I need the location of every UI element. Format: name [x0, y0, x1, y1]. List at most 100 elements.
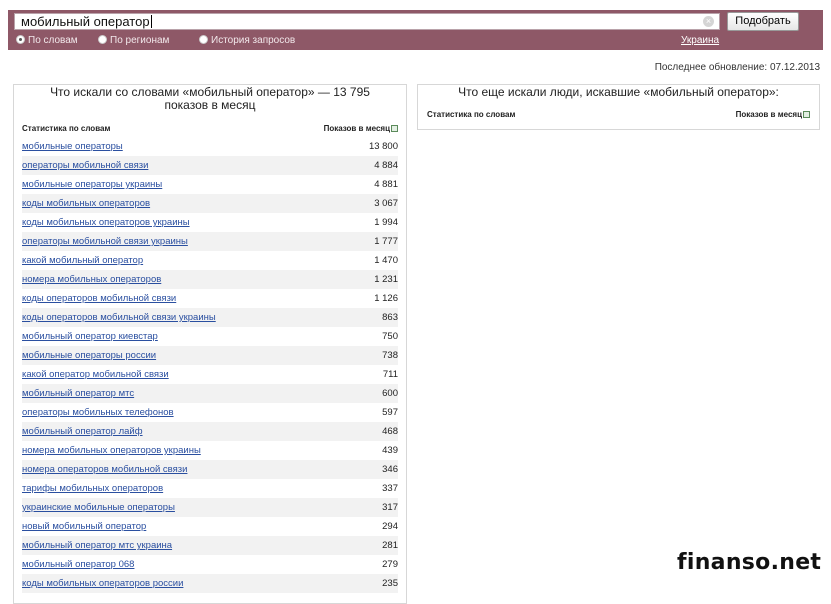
mode-label: История запросов: [211, 35, 296, 46]
shows-count: 1 470: [374, 255, 398, 266]
export-icon[interactable]: [391, 125, 398, 132]
shows-count: 294: [382, 521, 398, 532]
table-row: коды операторов мобильной связи украины 8…: [22, 308, 398, 327]
query-link[interactable]: операторы мобильной связи украины: [22, 232, 188, 251]
radio-selected-icon: [16, 35, 25, 44]
shows-count: 1 777: [374, 236, 398, 247]
query-link[interactable]: коды мобильных операторов украины: [22, 213, 190, 232]
table-row: операторы мобильной связи украины 1 777: [22, 232, 398, 251]
shows-count: 4 884: [374, 160, 398, 171]
table-row: мобильный оператор мтс 600: [22, 384, 398, 403]
last-update: Последнее обновление: 07.12.2013: [654, 62, 820, 73]
shows-count: 346: [382, 464, 398, 475]
watermark: finanso.net: [677, 550, 822, 575]
shows-count: 281: [382, 540, 398, 551]
col-shows-label: Показов в месяц: [323, 124, 390, 133]
mode-by-regions[interactable]: По регионам: [98, 34, 169, 48]
panel-title: Что еще искали люди, искавшие «мобильный…: [458, 85, 779, 99]
shows-count: 468: [382, 426, 398, 437]
mode-by-words[interactable]: По словам: [16, 34, 78, 48]
table-row: мобильные операторы 13 800: [22, 137, 398, 156]
table-row: украинские мобильные операторы 317: [22, 498, 398, 517]
col-shows-header: Показов в месяц: [736, 110, 810, 119]
search-bar: мобильный оператор × Подобрать По словам…: [8, 10, 823, 50]
table-header: Статистика по словам Показов в месяц: [427, 110, 810, 122]
query-link[interactable]: мобильный оператор мтс украина: [22, 536, 172, 555]
query-link[interactable]: номера мобильных операторов: [22, 270, 161, 289]
table-row: мобильные операторы украины 4 881: [22, 175, 398, 194]
shows-count: 13 800: [368, 141, 398, 152]
query-link[interactable]: мобильный оператор киевстар: [22, 327, 158, 346]
query-link[interactable]: тарифы мобильных операторов: [22, 479, 163, 498]
query-link[interactable]: коды операторов мобильной связи: [22, 289, 176, 308]
query-link[interactable]: мобильный оператор лайф: [22, 422, 143, 441]
query-link[interactable]: мобильные операторы россии: [22, 346, 156, 365]
col-shows-header: Показов в месяц: [324, 124, 398, 133]
table-row: мобильные операторы россии 738: [22, 346, 398, 365]
table-row: операторы мобильных телефонов 597: [22, 403, 398, 422]
query-link[interactable]: мобильный оператор мтс: [22, 384, 134, 403]
query-link[interactable]: номера мобильных операторов украины: [22, 441, 201, 460]
query-link[interactable]: мобильные операторы: [22, 137, 123, 156]
text-caret: [150, 15, 152, 28]
table-row: мобильный оператор 068 279: [22, 555, 398, 574]
query-link[interactable]: новый мобильный оператор: [22, 517, 146, 536]
shows-count: 439: [382, 445, 398, 456]
table-row: тарифы мобильных операторов 337: [22, 479, 398, 498]
query-link[interactable]: какой мобильный оператор: [22, 251, 143, 270]
query-link[interactable]: номера операторов мобильной связи: [22, 460, 187, 479]
table-row: какой оператор мобильной связи 711: [22, 365, 398, 384]
shows-count: 1 126: [374, 293, 398, 304]
table-row: коды мобильных операторов 3 067: [22, 194, 398, 213]
table-row: коды мобильных операторов украины 1 994: [22, 213, 398, 232]
table-row: мобильный оператор мтс украина 281: [22, 536, 398, 555]
radio-icon: [199, 35, 208, 44]
shows-count: 711: [382, 369, 398, 380]
table-row: номера мобильных операторов 1 231: [22, 270, 398, 289]
export-icon[interactable]: [803, 111, 810, 118]
mode-label: По словам: [28, 35, 78, 46]
table-row: операторы мобильной связи 4 884: [22, 156, 398, 175]
panel-title: Что искали со словами «мобильный операто…: [50, 85, 370, 112]
shows-count: 235: [382, 578, 398, 589]
close-icon[interactable]: ×: [703, 16, 714, 27]
table-row: мобильный оператор лайф 468: [22, 422, 398, 441]
query-link[interactable]: украинские мобильные операторы: [22, 498, 175, 517]
shows-count: 317: [382, 502, 398, 513]
table-row: какой мобильный оператор 1 470: [22, 251, 398, 270]
region-link[interactable]: Украина: [681, 34, 719, 48]
col-words-header: Статистика по словам: [427, 110, 516, 119]
query-link[interactable]: мобильный оператор 068: [22, 555, 134, 574]
related-searches-panel: Что еще искали люди, искавшие «мобильный…: [417, 84, 820, 130]
table-row: новый мобильный оператор 294: [22, 517, 398, 536]
shows-count: 1 994: [374, 217, 398, 228]
col-shows-label: Показов в месяц: [735, 110, 802, 119]
query-link[interactable]: коды мобильных операторов россии: [22, 574, 183, 593]
shows-count: 600: [382, 388, 398, 399]
radio-icon: [98, 35, 107, 44]
search-input[interactable]: мобильный оператор ×: [14, 13, 720, 30]
shows-count: 3 067: [374, 198, 398, 209]
query-link[interactable]: коды мобильных операторов: [22, 194, 150, 213]
shows-count: 337: [382, 483, 398, 494]
query-link[interactable]: мобильные операторы украины: [22, 175, 162, 194]
mode-label: По регионам: [110, 35, 170, 46]
shows-count: 1 231: [374, 274, 398, 285]
query-link[interactable]: операторы мобильных телефонов: [22, 403, 174, 422]
col-words-header: Статистика по словам: [22, 124, 111, 133]
shows-count: 750: [382, 331, 398, 342]
search-button[interactable]: Подобрать: [727, 12, 799, 31]
shows-count: 4 881: [374, 179, 398, 190]
query-link[interactable]: какой оператор мобильной связи: [22, 365, 169, 384]
query-link[interactable]: коды операторов мобильной связи украины: [22, 308, 216, 327]
shows-count: 863: [382, 312, 398, 323]
query-link[interactable]: операторы мобильной связи: [22, 156, 148, 175]
shows-count: 738: [382, 350, 398, 361]
table-row: мобильный оператор киевстар 750: [22, 327, 398, 346]
table-row: коды мобильных операторов россии 235: [22, 574, 398, 593]
table-row: коды операторов мобильной связи 1 126: [22, 289, 398, 308]
mode-history[interactable]: История запросов: [199, 34, 295, 48]
stats-table: мобильные операторы 13 800 операторы мобил…: [22, 137, 398, 593]
words-stats-panel: Что искали со словами «мобильный операто…: [13, 84, 407, 604]
search-query-text: мобильный оператор: [21, 14, 150, 29]
